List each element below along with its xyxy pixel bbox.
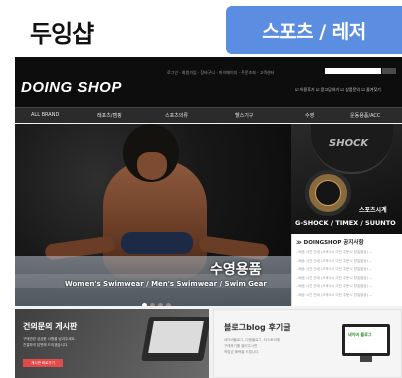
board-description: 구매관련 궁금한 사항을 남겨주세요. 친절하게 답변해 드리겠습니다. bbox=[23, 337, 76, 347]
slide-dot[interactable] bbox=[142, 303, 147, 306]
watch-promo-banner[interactable]: SHOCK 스포츠시계 G-SHOCK / TIMEX / SUUNTO bbox=[291, 124, 402, 234]
notice-item[interactable]: - 배송 시간 안내 (오후3시 이전 주문시 당일발송) ... bbox=[296, 265, 400, 274]
monitor-text: 네이버 블로그 bbox=[348, 332, 372, 337]
website-screenshot: DOING SHOP 로그인 · 회원가입 · 장바구니 · 마이페이지 · 주… bbox=[15, 57, 402, 378]
notice-title[interactable]: ≫ DOINGSHOP 공지사항 bbox=[296, 238, 364, 246]
cap-logo-text: SHOCK bbox=[329, 138, 369, 149]
nav-item-leisure-camping[interactable]: 레포츠/캠핑 bbox=[97, 112, 122, 119]
nav-item-fitness[interactable]: 헬스기구 bbox=[235, 112, 253, 119]
notice-item[interactable]: - 배송 시간 안내 (오후3시 이전 주문시 당일발송) ... bbox=[296, 291, 400, 300]
site-logo[interactable]: DOING SHOP bbox=[21, 79, 122, 96]
hero-subtitle: Women's Swimwear / Men's Swimwear / Swim… bbox=[65, 280, 267, 288]
shop-name: 두잉샵 bbox=[30, 20, 94, 48]
promo-label: 스포츠시계 bbox=[359, 207, 387, 214]
inquiry-board-banner[interactable]: 건의문의 게시판 구매관련 궁금한 사항을 남겨주세요. 친절하게 답변해 드리… bbox=[15, 309, 209, 378]
member-links[interactable]: ☑ 이용후기 ☑ 묻고답하기 ☑ 상품문의 ☑ 즐겨찾기 bbox=[295, 87, 381, 93]
board-title: 건의문의 게시판 bbox=[23, 322, 78, 331]
nav-item-sports-wear[interactable]: 스포츠의류 bbox=[165, 112, 188, 119]
promo-brands: G-SHOCK / TIMEX / SUUNTO bbox=[295, 219, 396, 227]
notice-list: - 배송 시간 안내 (오후3시 이전 주문시 당일발송) ... - 배송 시… bbox=[296, 248, 400, 299]
board-link-button[interactable]: 게시판 바로가기 bbox=[23, 359, 63, 367]
hero-title: 수영용품 bbox=[210, 262, 262, 278]
notice-item[interactable]: - 배송 시간 안내 (오후3시 이전 주문시 당일발송) ... bbox=[296, 282, 400, 291]
slide-dot[interactable] bbox=[166, 303, 171, 306]
slide-indicator bbox=[142, 293, 174, 306]
nav-item-all-brand[interactable]: ALL BRAND bbox=[31, 112, 59, 118]
review-description: 네이버블로그, 다음블로그, 티스토리에 구매후기를 올려주시면 적립금 혜택을… bbox=[224, 338, 280, 354]
site-header: DOING SHOP 로그인 · 회원가입 · 장바구니 · 마이페이지 · 주… bbox=[15, 57, 402, 107]
main-nav: ALL BRAND 레포츠/캠핑 스포츠의류 헬스기구 수영 운동용품/ACC bbox=[15, 107, 402, 123]
slide-dot[interactable] bbox=[150, 303, 155, 306]
blog-review-banner[interactable]: 블로그blog 후기글 네이버블로그, 다음블로그, 티스토리에 구매후기를 올… bbox=[213, 309, 402, 378]
top-links[interactable]: 로그인 · 회원가입 · 장바구니 · 마이페이지 · 주문조회 · 고객센터 bbox=[167, 70, 274, 76]
notice-item[interactable]: - 배송 시간 안내 (오후3시 이전 주문시 당일발송) ... bbox=[296, 248, 400, 257]
notice-panel: ≫ DOINGSHOP 공지사항 - 배송 시간 안내 (오후3시 이전 주문시… bbox=[291, 234, 402, 306]
hero-banner[interactable]: 수영용품 Women's Swimwear / Men's Swimwear /… bbox=[15, 124, 291, 306]
search-input[interactable] bbox=[325, 68, 381, 74]
search-button[interactable] bbox=[382, 68, 396, 74]
category-badge: 스포츠 / 레저 bbox=[226, 6, 402, 54]
slide-dot[interactable] bbox=[158, 303, 163, 306]
review-title: 블로그blog 후기글 bbox=[224, 323, 291, 332]
nav-item-accessories[interactable]: 운동용품/ACC bbox=[350, 112, 380, 119]
notice-item[interactable]: - 배송 시간 안내 (오후3시 이전 주문시 당일발송) ... bbox=[296, 257, 400, 266]
notice-item[interactable]: - 배송 시간 안내 (오후3시 이전 주문시 당일발송) ... bbox=[296, 274, 400, 283]
nav-item-swimming[interactable]: 수영 bbox=[305, 112, 314, 119]
